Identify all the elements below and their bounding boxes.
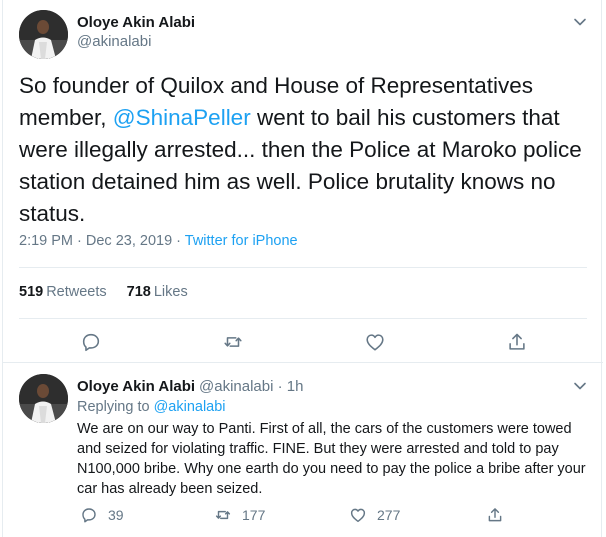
reply-count: 39 — [108, 507, 124, 523]
retweets-label: Retweets — [46, 284, 107, 300]
like-icon — [350, 508, 366, 523]
source-link[interactable]: Twitter for iPhone — [185, 233, 298, 249]
tweet-meta: 2:19 PM · Dec 23, 2019 · Twitter for iPh… — [19, 233, 298, 249]
tweet-thread: Oloye Akin Alabi @akinalabi So founder o… — [2, 0, 603, 537]
reply-icon — [82, 333, 100, 352]
author-handle[interactable]: @akinalabi — [77, 33, 151, 50]
avatar[interactable] — [19, 10, 68, 59]
chevron-down-icon[interactable] — [572, 14, 588, 30]
reply-icon — [82, 508, 96, 523]
likes-count: 718 — [126, 284, 151, 300]
author-handle[interactable]: @akinalabi · 1h — [199, 378, 303, 395]
replying-to-link[interactable]: @akinalabi — [154, 399, 226, 415]
author-name[interactable]: Oloye Akin Alabi — [77, 378, 195, 395]
replying-to: Replying to @akinalabi — [77, 399, 226, 415]
main-tweet: Oloye Akin Alabi @akinalabi So founder o… — [3, 0, 603, 363]
share-button[interactable] — [506, 331, 528, 353]
retweet-icon — [215, 510, 231, 520]
like-button[interactable]: 277 — [349, 505, 400, 525]
timestamp[interactable]: 2:19 PM · Dec 23, 2019 — [19, 233, 172, 249]
reply-button[interactable]: 39 — [80, 505, 124, 525]
retweets-stat[interactable]: 519 Retweets — [19, 284, 107, 300]
chevron-down-icon[interactable] — [572, 378, 588, 394]
like-icon — [366, 334, 384, 351]
likes-stat[interactable]: 718 Likes — [127, 284, 188, 300]
retweet-button[interactable]: 177 — [214, 505, 265, 525]
retweet-icon — [224, 337, 242, 347]
replying-label: Replying to — [77, 399, 154, 415]
mention-link[interactable]: @ShinaPeller — [113, 105, 251, 130]
retweets-count: 519 — [19, 284, 44, 300]
avatar[interactable] — [19, 374, 68, 423]
divider — [19, 318, 587, 319]
share-icon — [509, 333, 525, 350]
share-button[interactable] — [486, 505, 514, 525]
likes-label: Likes — [153, 284, 188, 300]
author-name[interactable]: Oloye Akin Alabi — [77, 14, 195, 31]
retweet-button[interactable] — [222, 331, 244, 353]
like-count: 277 — [377, 507, 401, 523]
like-button[interactable] — [364, 331, 386, 353]
tweet-stats: 519 Retweets 718 Likes — [19, 284, 188, 300]
tweet-text: We are on our way to Panti. First of all… — [77, 421, 586, 497]
share-icon — [488, 508, 502, 522]
meta-separator: · — [172, 233, 185, 249]
tweet-text: So founder of Quilox and House of Repres… — [19, 70, 587, 230]
reply-button[interactable] — [80, 331, 102, 353]
reply-tweet[interactable]: Oloye Akin Alabi @akinalabi · 1h Replyin… — [3, 364, 603, 537]
divider — [19, 267, 587, 268]
retweet-count: 177 — [242, 507, 266, 523]
